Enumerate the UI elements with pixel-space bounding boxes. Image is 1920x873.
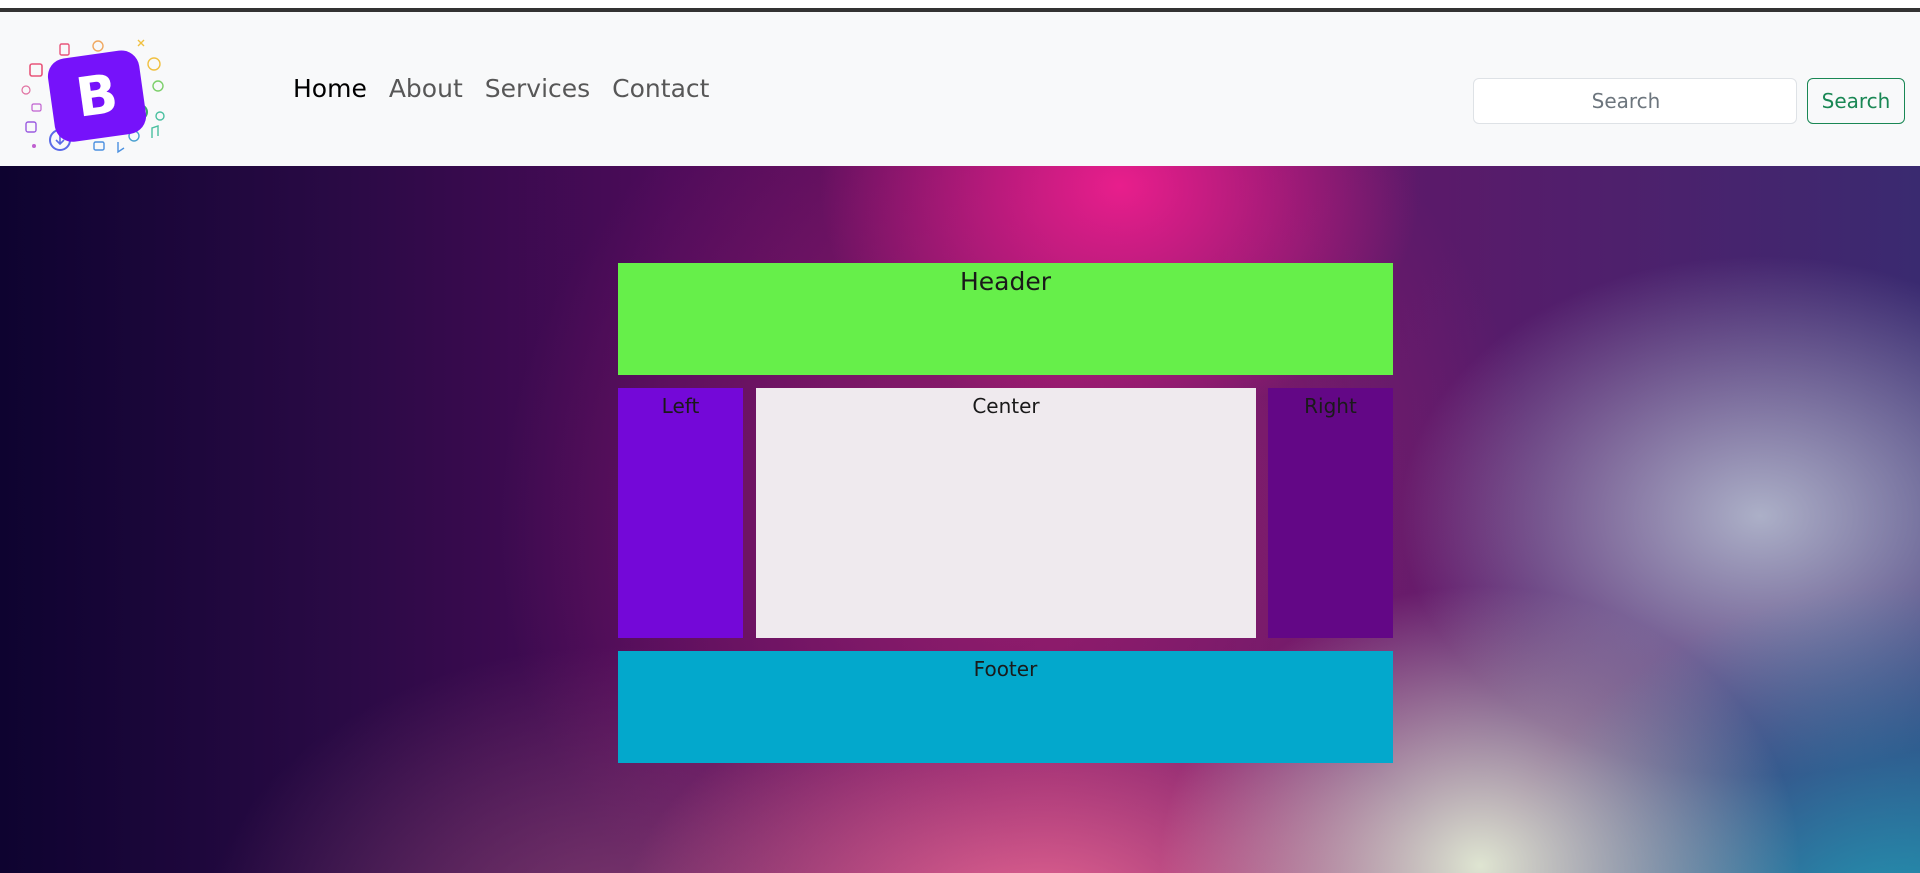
layout-center: Center [756, 388, 1256, 638]
svg-text:B: B [72, 62, 122, 130]
layout-footer: Footer [618, 651, 1393, 763]
layout-center-label: Center [972, 394, 1040, 418]
layout-footer-label: Footer [973, 657, 1038, 681]
search-button[interactable]: Search [1807, 78, 1905, 124]
layout-right-label: Right [1304, 394, 1357, 418]
layout-right: Right [1268, 388, 1393, 638]
hero-background: Header Left Center Right Footer [0, 166, 1920, 873]
layout-header: Header [618, 263, 1393, 375]
navbar: B Home About Services Contact Search [0, 12, 1920, 166]
search-input[interactable] [1473, 78, 1797, 124]
layout-header-label: Header [959, 267, 1052, 296]
layout-left-label: Left [661, 394, 700, 418]
brand-logo[interactable]: B [20, 34, 176, 156]
bootstrap-logo-icon: B [21, 39, 165, 154]
nav-link-home[interactable]: Home [293, 74, 367, 103]
nav-link-contact[interactable]: Contact [612, 74, 709, 103]
nav-link-services[interactable]: Services [485, 74, 590, 103]
nav-link-about[interactable]: About [389, 74, 463, 103]
nav-links: Home About Services Contact [293, 74, 709, 103]
layout-left: Left [618, 388, 743, 638]
